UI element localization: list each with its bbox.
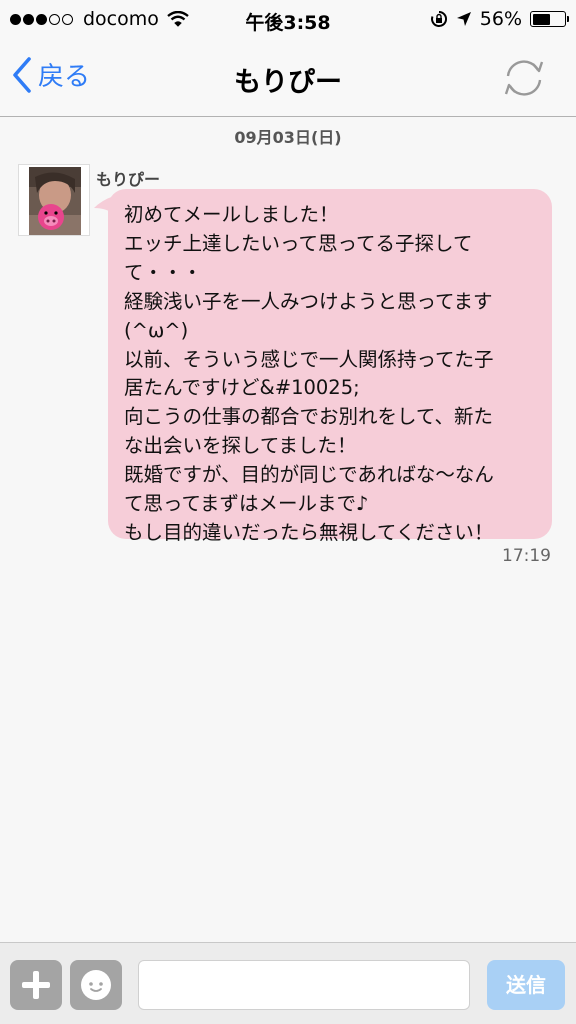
avatar-photo [29,167,81,235]
sender-name: もりぴー [96,170,161,189]
date-header: 09月03日(日) [234,128,342,147]
battery-fill [532,13,550,25]
battery-icon [530,11,569,27]
chat-screen: docomo 午後3:58 56% 戻る もりぴー 09月03日(日) もりぴー… [0,0,576,1024]
message-line: 居たんですけど&#10025; [124,376,360,400]
message-line: 以前、そういう感じで一人関係持ってた子 [124,347,494,371]
page-title: もりぴー [234,67,342,98]
status-right: 56% [422,8,569,30]
status-bar: docomo 午後3:58 56% [0,0,576,40]
emoji-button[interactable] [70,960,122,1010]
message-input[interactable] [138,960,470,1010]
message-line: て思ってまずはメールまで♪ [124,492,369,516]
message-bubble[interactable]: 初めてメールしました！ エッチ上達したいって思ってる子探して て・・・ 経験浅い… [108,189,552,544]
location-arrow-icon [456,12,471,26]
add-attachment-button[interactable] [10,960,62,1010]
message-line: もし目的違いだったら無視してください！ [124,520,494,544]
rotation-lock-icon [430,10,447,27]
message-line: 既婚ですが、目的が同じであればな〜なん [124,463,494,487]
message-time: 17:19 [502,546,551,566]
refresh-icon [504,60,544,96]
input-toolbar: 送信 [0,942,576,1024]
message-line: 経験浅い子を一人みつけようと思ってます [124,289,493,313]
smiley-icon [81,970,111,1000]
nav-bar: 戻る もりぴー [0,40,576,117]
message-line: 向こうの仕事の都合でお別れをして、新た [124,405,493,429]
avatar[interactable] [18,164,90,236]
message-line: て・・・ [124,260,203,284]
send-button[interactable]: 送信 [487,960,565,1010]
message-line: エッチ上達したいって思ってる子探して [124,231,473,255]
plus-icon [22,971,50,999]
message-line: 初めてメールしました！ [124,203,339,226]
battery-percent: 56% [479,8,522,30]
message-line: な出会いを探してました！ [124,434,357,458]
message-line: (^ω^) [124,318,189,342]
refresh-button[interactable] [500,56,548,104]
